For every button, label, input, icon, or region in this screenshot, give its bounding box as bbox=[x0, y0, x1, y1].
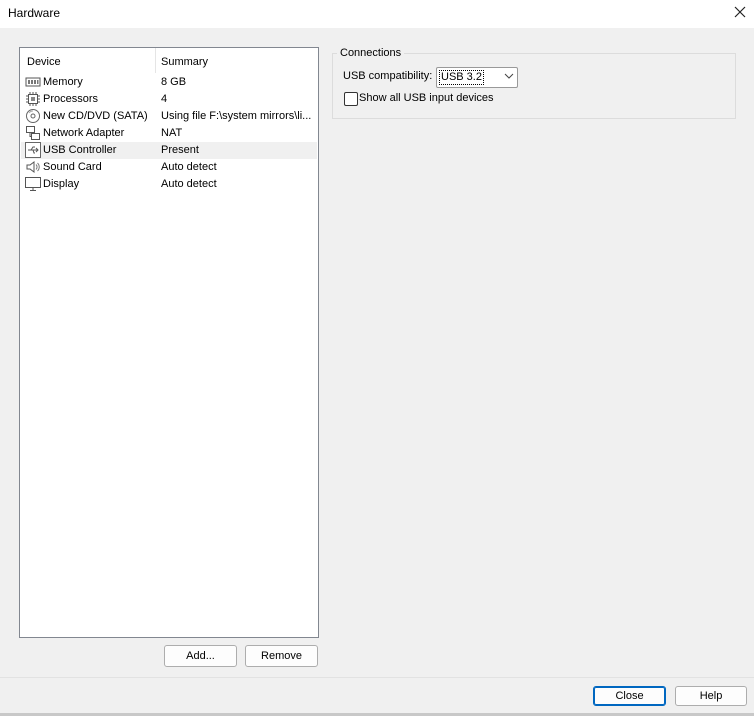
remove-button[interactable]: Remove bbox=[245, 645, 318, 667]
connections-group bbox=[332, 53, 736, 119]
device-row-cd-dvd[interactable]: New CD/DVD (SATA) Using file F:\system m… bbox=[21, 108, 317, 125]
device-summary: Using file F:\system mirrors\li... bbox=[161, 110, 312, 122]
device-row-display[interactable]: Display Auto detect bbox=[21, 176, 317, 193]
network-adapter-icon bbox=[25, 125, 41, 141]
window-title: Hardware bbox=[8, 6, 61, 20]
show-all-usb-checkbox[interactable] bbox=[344, 92, 358, 106]
close-button[interactable]: Close bbox=[593, 686, 666, 706]
device-list[interactable]: Device Summary Memory 8 GB Processors 4 … bbox=[19, 47, 319, 638]
memory-icon bbox=[25, 74, 41, 90]
column-header-device[interactable]: Device bbox=[27, 56, 61, 68]
show-all-usb-label[interactable]: Show all USB input devices bbox=[359, 92, 494, 104]
monitor-icon bbox=[25, 176, 41, 192]
device-name: USB Controller bbox=[43, 144, 117, 156]
device-row-processors[interactable]: Processors 4 bbox=[21, 91, 317, 108]
device-summary: NAT bbox=[161, 127, 183, 139]
usb-icon bbox=[25, 142, 41, 158]
device-row-memory[interactable]: Memory 8 GB bbox=[21, 74, 317, 91]
column-separator[interactable] bbox=[155, 48, 156, 73]
device-name: Network Adapter bbox=[43, 127, 125, 139]
help-button[interactable]: Help bbox=[675, 686, 747, 706]
device-summary: 4 bbox=[161, 93, 168, 105]
connections-group-label: Connections bbox=[337, 47, 405, 59]
device-name: Processors bbox=[43, 93, 99, 105]
device-summary: Auto detect bbox=[161, 178, 217, 190]
device-summary: 8 GB bbox=[161, 76, 187, 88]
processor-icon bbox=[25, 91, 41, 107]
close-icon[interactable] bbox=[732, 4, 748, 20]
device-name: Display bbox=[43, 178, 80, 190]
device-row-sound-card[interactable]: Sound Card Auto detect bbox=[21, 159, 317, 176]
device-summary: Present bbox=[161, 144, 199, 156]
add-button[interactable]: Add... bbox=[164, 645, 237, 667]
device-name: Sound Card bbox=[43, 161, 102, 173]
speaker-icon bbox=[25, 159, 41, 175]
usb-compatibility-value: USB 3.2 bbox=[439, 70, 484, 85]
device-name: New CD/DVD (SATA) bbox=[43, 110, 148, 122]
cd-dvd-icon bbox=[25, 108, 41, 124]
device-summary: Auto detect bbox=[161, 161, 217, 173]
device-row-network-adapter[interactable]: Network Adapter NAT bbox=[21, 125, 317, 142]
device-row-usb-controller[interactable]: USB Controller Present bbox=[21, 142, 317, 159]
usb-compatibility-select[interactable]: USB 3.2 bbox=[436, 67, 518, 88]
usb-compatibility-label: USB compatibility: bbox=[343, 70, 433, 82]
chevron-down-icon bbox=[504, 71, 514, 84]
device-name: Memory bbox=[43, 76, 83, 88]
title-bar: Hardware bbox=[0, 0, 754, 28]
column-header-summary[interactable]: Summary bbox=[161, 56, 208, 68]
